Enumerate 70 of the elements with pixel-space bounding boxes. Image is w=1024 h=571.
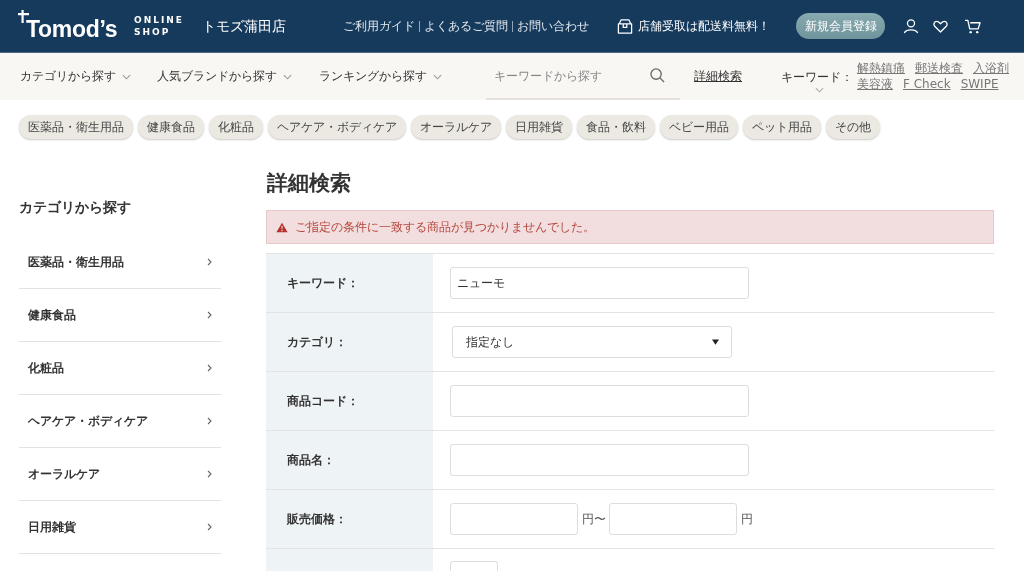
category-tag[interactable]: ヘアケア・ボディケア — [268, 115, 406, 139]
text-field[interactable]: ニューモ — [450, 267, 749, 299]
category-select[interactable]: 指定なし — [452, 326, 732, 358]
heart-icon[interactable] — [933, 19, 948, 33]
number-field[interactable] — [450, 561, 498, 571]
chevron-down-icon — [433, 73, 442, 80]
field-label: 商品名： — [266, 431, 433, 489]
keyword-link[interactable]: 郵送検査 — [915, 61, 963, 76]
sidebar-item[interactable]: 日用雑貨 — [19, 501, 221, 554]
cart-icon[interactable] — [964, 18, 982, 34]
sidebar-item[interactable]: 医薬品・衛生用品 — [19, 236, 221, 289]
category-tag[interactable]: 日用雑貨 — [506, 115, 572, 139]
chevron-right-icon — [207, 311, 212, 319]
logo-tagline: SHOP — [134, 26, 172, 38]
nav-menu[interactable]: カテゴリから探す — [20, 68, 157, 85]
keyword-label: キーワード： — [781, 68, 853, 86]
category-tag[interactable]: その他 — [826, 115, 880, 139]
price-to-field[interactable] — [609, 503, 737, 535]
caret-down-icon — [712, 339, 719, 345]
text-field[interactable] — [450, 444, 749, 476]
category-tag[interactable]: 健康食品 — [138, 115, 204, 139]
category-tag[interactable]: オーラルケア — [411, 115, 501, 139]
chevron-right-icon — [207, 523, 212, 531]
category-tag[interactable]: ベビー用品 — [660, 115, 738, 139]
logo-wordmark[interactable]: Tomod’s — [26, 16, 118, 42]
keyword-link[interactable]: SWIPE — [960, 77, 999, 92]
header-link[interactable]: ご利用ガイド — [343, 17, 415, 35]
store-name: トモズ蒲田店 — [202, 18, 286, 34]
category-tag[interactable]: 医薬品・衛生用品 — [19, 115, 133, 139]
promo-text: 店舗受取は配送料無料！ — [638, 17, 770, 35]
search-field[interactable]: キーワードから探す — [486, 65, 644, 86]
chevron-down-icon[interactable] — [814, 86, 824, 93]
text-field[interactable] — [450, 385, 749, 417]
chevron-right-icon — [207, 417, 212, 425]
field-label: キーワード： — [266, 254, 433, 312]
keyword-link[interactable]: 美容液 — [857, 77, 893, 92]
sidebar-item[interactable]: ヘアケア・ボディケア — [19, 395, 221, 448]
chevron-right-icon — [207, 470, 212, 478]
keyword-link[interactable]: 入浴剤 — [973, 61, 1009, 76]
header-link[interactable]: よくあるご質問 — [424, 17, 508, 35]
price-from-field[interactable] — [450, 503, 578, 535]
sidebar-item[interactable]: 健康食品 — [19, 289, 221, 342]
field-label: 販売価格： — [266, 490, 433, 548]
category-tag[interactable]: 化粧品 — [209, 115, 263, 139]
nav-menu[interactable]: 人気ブランドから探す — [157, 68, 319, 85]
header-link[interactable]: お問い合わせ — [517, 17, 589, 35]
sidebar-item[interactable]: 化粧品 — [19, 342, 221, 395]
unit-label: 円〜 — [582, 510, 606, 528]
field-label: 商品コード： — [266, 372, 433, 430]
keyword-link[interactable]: 解熱鎮痛 — [857, 61, 905, 76]
package-icon — [617, 18, 633, 34]
sidebar-item[interactable]: オーラルケア — [19, 448, 221, 501]
category-tag[interactable]: ペット用品 — [743, 115, 821, 139]
nav-menu[interactable]: ランキングから探す — [319, 68, 486, 85]
advanced-search-link[interactable]: 詳細検索 — [694, 68, 783, 85]
chevron-right-icon — [207, 364, 212, 372]
field-label: カテゴリ： — [266, 313, 433, 371]
chevron-down-icon — [283, 73, 292, 80]
category-tag[interactable]: 食品・飲料 — [577, 115, 655, 139]
search-icon[interactable] — [650, 68, 665, 83]
chevron-right-icon — [207, 258, 212, 266]
alert-message: ご指定の条件に一致する商品が見つかりませんでした。 — [295, 218, 595, 236]
logo-tagline: ONLINE — [134, 14, 185, 26]
unit-label: 円 — [741, 510, 753, 528]
chevron-down-icon — [122, 73, 131, 80]
page-title: 詳細検索 — [267, 170, 352, 196]
user-icon[interactable] — [903, 18, 919, 34]
keyword-link[interactable]: F Check — [903, 77, 951, 92]
warning-icon — [276, 221, 288, 233]
sidebar-title: カテゴリから探す — [19, 198, 132, 217]
